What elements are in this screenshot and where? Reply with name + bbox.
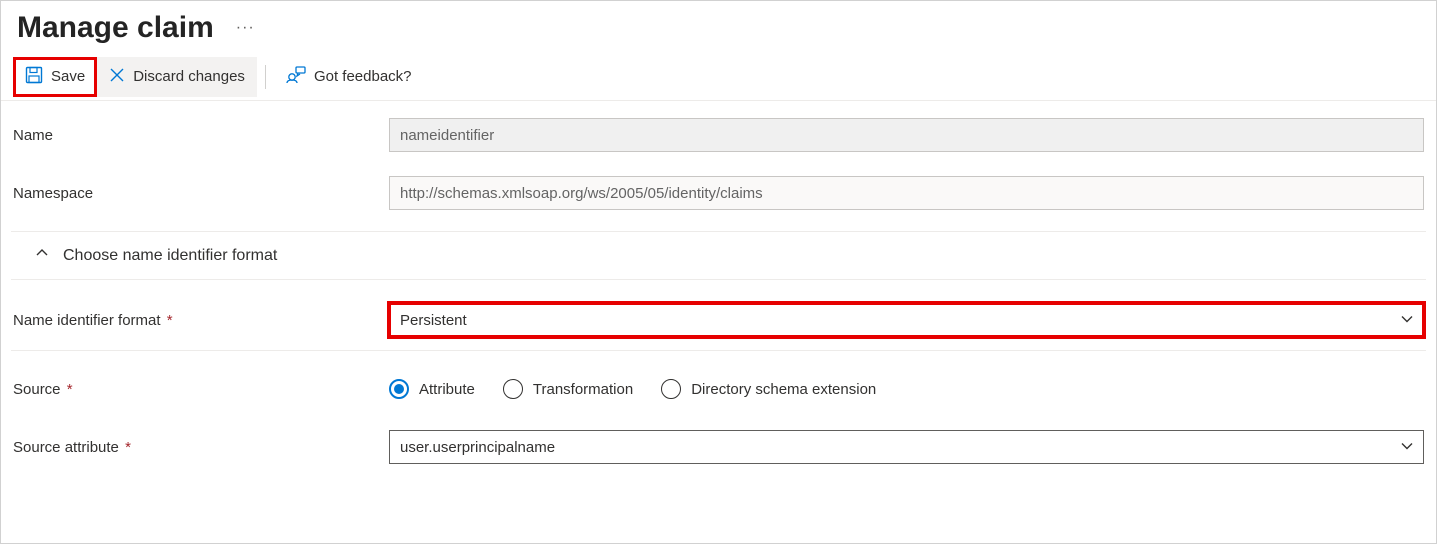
save-button[interactable]: Save [13,57,97,97]
section-label: Choose name identifier format [63,247,277,265]
required-indicator: * [67,381,73,398]
discard-button[interactable]: Discard changes [97,57,257,97]
feedback-icon [286,66,306,88]
namespace-field [389,176,1424,210]
divider [11,350,1426,351]
namespace-label: Namespace [11,185,389,202]
source-attribute-radio[interactable]: Attribute [389,379,475,399]
required-indicator: * [167,312,173,329]
source-attribute-label: Source attribute [13,439,119,456]
source-label: Source [13,381,61,398]
feedback-label: Got feedback? [314,68,412,85]
name-identifier-format-section[interactable]: Choose name identifier format [11,231,1426,280]
required-indicator: * [125,439,131,456]
radio-label: Transformation [533,381,633,398]
save-label: Save [51,68,85,85]
page-title: Manage claim [17,11,214,45]
radio-label: Attribute [419,381,475,398]
format-label: Name identifier format [13,312,161,329]
toolbar: Save Discard changes Got feedback? [1,53,1436,101]
source-transformation-radio[interactable]: Transformation [503,379,633,399]
name-label: Name [11,127,389,144]
source-attribute-value: user.userprincipalname [400,439,555,456]
source-attribute-select[interactable]: user.userprincipalname [389,430,1424,464]
discard-label: Discard changes [133,68,245,85]
save-icon [25,66,43,88]
name-identifier-format-select[interactable]: Persistent [389,303,1424,337]
toolbar-separator [265,65,266,89]
chevron-up-icon [35,246,49,265]
overflow-menu-icon[interactable]: ··· [236,19,255,37]
format-value: Persistent [400,312,467,329]
close-icon [109,67,125,87]
source-radio-group: Attribute Transformation Directory schem… [389,375,1424,403]
name-field [389,118,1424,152]
source-directory-schema-radio[interactable]: Directory schema extension [661,379,876,399]
radio-label: Directory schema extension [691,381,876,398]
feedback-button[interactable]: Got feedback? [274,57,424,97]
